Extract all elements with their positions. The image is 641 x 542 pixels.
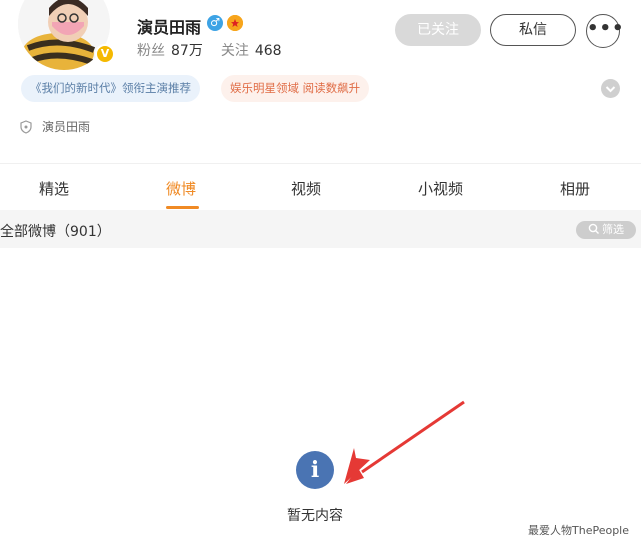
following-label[interactable]: 关注: [221, 43, 249, 59]
following-count[interactable]: 468: [255, 43, 282, 59]
work-tag[interactable]: 《我们的新时代》领衔主演推荐: [21, 75, 200, 102]
verified-badge-icon: V: [95, 44, 115, 64]
filter-button[interactable]: 筛选: [576, 221, 636, 239]
certification-text: 演员田雨: [42, 120, 91, 134]
vip-icon[interactable]: [227, 15, 243, 31]
tab-featured[interactable]: 精选: [39, 178, 69, 199]
field-tag[interactable]: 娱乐明星领域 阅读数飙升: [221, 75, 370, 102]
more-icon[interactable]: •••: [586, 14, 624, 48]
watermark: 最爱人物ThePeople: [528, 524, 630, 537]
arrow-icon: [344, 400, 465, 484]
tab-video[interactable]: 视频: [291, 178, 321, 199]
fans-count[interactable]: 87万: [171, 43, 203, 59]
empty-state-text: 暂无内容: [287, 508, 343, 524]
fans-label[interactable]: 粉丝: [137, 43, 165, 59]
expand-icon[interactable]: [601, 79, 620, 98]
username: 演员田雨: [137, 18, 202, 37]
profile-stats: 粉丝 87万 关注 468: [137, 40, 282, 60]
feed-title: 全部微博（901）: [0, 224, 111, 240]
filter-label: 筛选: [602, 223, 624, 236]
tab-weibo[interactable]: 微博: [166, 178, 196, 199]
search-icon: [588, 223, 599, 234]
active-tab-indicator: [166, 206, 199, 209]
male-icon: ♂: [207, 15, 223, 31]
tab-album[interactable]: 相册: [560, 178, 590, 199]
message-button[interactable]: 私信: [490, 14, 576, 46]
info-icon: i: [296, 451, 334, 489]
divider: [0, 163, 641, 164]
shield-icon: [20, 119, 32, 134]
followed-button[interactable]: 已关注: [395, 14, 481, 46]
tab-short-video[interactable]: 小视频: [418, 178, 463, 199]
